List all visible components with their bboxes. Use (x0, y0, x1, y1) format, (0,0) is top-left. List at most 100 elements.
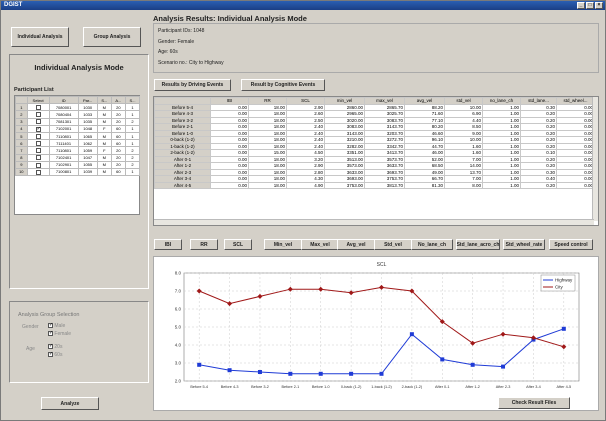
check-result-files-button[interactable]: Check Result Files (498, 397, 570, 409)
plist-col-header[interactable]: ID (48, 95, 79, 105)
info-gender: Gender: Female (158, 39, 195, 45)
gender-female-checkbox[interactable] (48, 330, 53, 337)
legend-label-highway: Highway (555, 278, 573, 283)
participant-cell-x: 1 (124, 131, 141, 141)
results-table-vscroll[interactable] (592, 97, 598, 221)
participant-row[interactable]: 10 7100801 1039 M 60 1 (15, 167, 141, 177)
analyze-button[interactable]: Analyze (41, 397, 99, 410)
close-button[interactable]: × (595, 2, 603, 9)
participant-select-cell[interactable] (26, 167, 50, 177)
participant-cell-n: 5 (15, 131, 28, 141)
participant-row[interactable]: 9 7102901 1055 M 20 2 (15, 160, 141, 169)
y-tick-label: 6.0 (175, 307, 182, 312)
participant-cell-x: 1 (124, 167, 141, 177)
participant-cell-id: 7081301 (48, 117, 79, 126)
participant-row[interactable]: 3 7081301 1035 M 20 2 (15, 117, 141, 126)
participant-select-checkbox[interactable] (35, 126, 41, 132)
metric-button-rr[interactable]: RR (190, 239, 218, 250)
metric-button-ibi[interactable]: IBI (154, 239, 182, 250)
info-age: Age: 60s (158, 49, 178, 55)
results-by-driving-events-button[interactable]: Results by Driving Events (154, 79, 231, 91)
individual-analysis-button[interactable]: Individual Analysis (11, 27, 69, 47)
participant-list[interactable]: Select ID Par... S... A... S... 1 7080001 1030 M… (14, 95, 141, 215)
participant-cell-a: 20 (110, 117, 126, 126)
results-row[interactable]: After 4-5 0.00 18.00 4.90 3753.00 3813.70 81.3… (154, 181, 595, 189)
plist-col-header[interactable]: Par... (77, 95, 98, 105)
participant-select-cell[interactable] (26, 139, 50, 148)
results-table-hscroll[interactable] (154, 219, 594, 225)
maximize-button[interactable]: □ (586, 2, 594, 9)
participant-select-checkbox[interactable] (35, 133, 41, 139)
metric-button-speed-control[interactable]: Speed control (549, 239, 593, 250)
participant-select-checkbox[interactable] (35, 155, 41, 161)
results-table[interactable]: IBI RR SCL min_vel max_vel avg_vel std_vel no_l… (153, 96, 599, 226)
participant-select-checkbox[interactable] (35, 112, 41, 118)
participant-select-cell[interactable] (26, 146, 50, 155)
y-tick-label: 4.0 (175, 343, 182, 348)
metric-button-no-lane-ch[interactable]: No_lane_ch (411, 239, 453, 250)
metric-button-std-lane-acro-ch[interactable]: Std_lane_acro_ch (456, 239, 500, 250)
participant-row[interactable]: 8 7102401 1047 M 20 2 (15, 153, 141, 162)
age-60s-option[interactable]: 60s (48, 351, 62, 358)
participant-select-cell[interactable] (26, 117, 50, 126)
plist-col-header[interactable]: S... (96, 95, 112, 105)
participant-cell-par: 1030 (77, 103, 98, 112)
participant-cell-n: 7 (15, 146, 28, 155)
app-window: DGIST _ □ × Individual Analysis Group An… (0, 0, 606, 421)
participant-select-cell[interactable] (26, 153, 50, 162)
gender-female-option[interactable]: Female (48, 330, 71, 337)
participant-cell-n: 9 (15, 160, 28, 169)
metric-button-max-vel[interactable]: Max_vel (301, 239, 339, 250)
metric-button-min-vel[interactable]: Min_vel (264, 239, 302, 250)
data-point-highway (349, 371, 354, 376)
results-cell: 81.30 (404, 181, 445, 189)
participant-cell-x: 2 (124, 117, 141, 126)
results-title: Analysis Results: Individual Analysis Mo… (153, 14, 307, 23)
data-point-highway (318, 371, 323, 376)
participant-row[interactable]: 2 7080404 1033 M 20 1 (15, 110, 141, 119)
participant-select-cell[interactable] (26, 160, 50, 169)
age-20s-checkbox[interactable] (48, 343, 53, 350)
minimize-button[interactable]: _ (577, 2, 585, 9)
participant-cell-par: 1047 (77, 153, 98, 162)
gender-male-option[interactable]: Male (48, 322, 66, 329)
participant-select-checkbox[interactable] (35, 169, 41, 175)
participant-select-cell[interactable] (26, 124, 50, 133)
participant-cell-par: 1033 (77, 110, 98, 119)
chart-title: SCL (377, 262, 387, 268)
participant-select-checkbox[interactable] (35, 148, 41, 153)
results-cell: 0.20 (520, 181, 557, 189)
participant-row[interactable]: 6 7111401 1062 M 60 1 (15, 139, 141, 148)
participant-select-checkbox[interactable] (35, 105, 41, 110)
age-20s-option[interactable]: 20s (48, 343, 62, 350)
plist-col-header[interactable]: Select (26, 95, 50, 105)
results-by-cognitive-events-button[interactable]: Result by Cognitive Events (241, 79, 325, 91)
participant-select-checkbox[interactable] (35, 119, 41, 125)
metric-button-avg-vel[interactable]: Avg_vel (337, 239, 375, 250)
participant-cell-id: 7080001 (48, 103, 79, 112)
age-60s-checkbox[interactable] (48, 351, 53, 358)
participant-cell-par: 1065 (77, 131, 98, 141)
gender-male-label: Male (54, 323, 66, 329)
participant-row[interactable]: 5 7110801 1065 M 60 1 (15, 131, 141, 141)
metric-button-scl[interactable]: SCL (224, 239, 252, 250)
participant-select-cell[interactable] (26, 103, 50, 112)
participant-select-cell[interactable] (26, 131, 50, 141)
participant-select-checkbox[interactable] (35, 162, 41, 168)
participant-row[interactable]: 1 7080001 1030 M 20 1 (15, 103, 141, 112)
metric-button-std-vel[interactable]: Std_vel (374, 239, 412, 250)
participant-cell-par: 1059 (77, 146, 98, 155)
plist-col-header[interactable]: S... (124, 95, 141, 105)
gender-male-checkbox[interactable] (48, 322, 53, 329)
participant-cell-s: F (96, 124, 112, 133)
participant-row[interactable]: 7 7110801 1059 F 20 2 (15, 146, 141, 155)
metric-button-std-wheel-rate[interactable]: Std_wheel_rate (503, 239, 545, 250)
participant-cell-a: 60 (110, 167, 126, 177)
x-tick-label: Before 4-3 (221, 385, 239, 389)
participant-select-checkbox[interactable] (35, 140, 41, 146)
legend-label-city: City (555, 285, 563, 290)
participant-select-cell[interactable] (26, 110, 50, 119)
group-analysis-button[interactable]: Group Analysis (83, 27, 141, 47)
plist-col-header[interactable]: A... (110, 95, 126, 105)
participant-row[interactable]: 4 71020011048F601 (15, 124, 141, 133)
